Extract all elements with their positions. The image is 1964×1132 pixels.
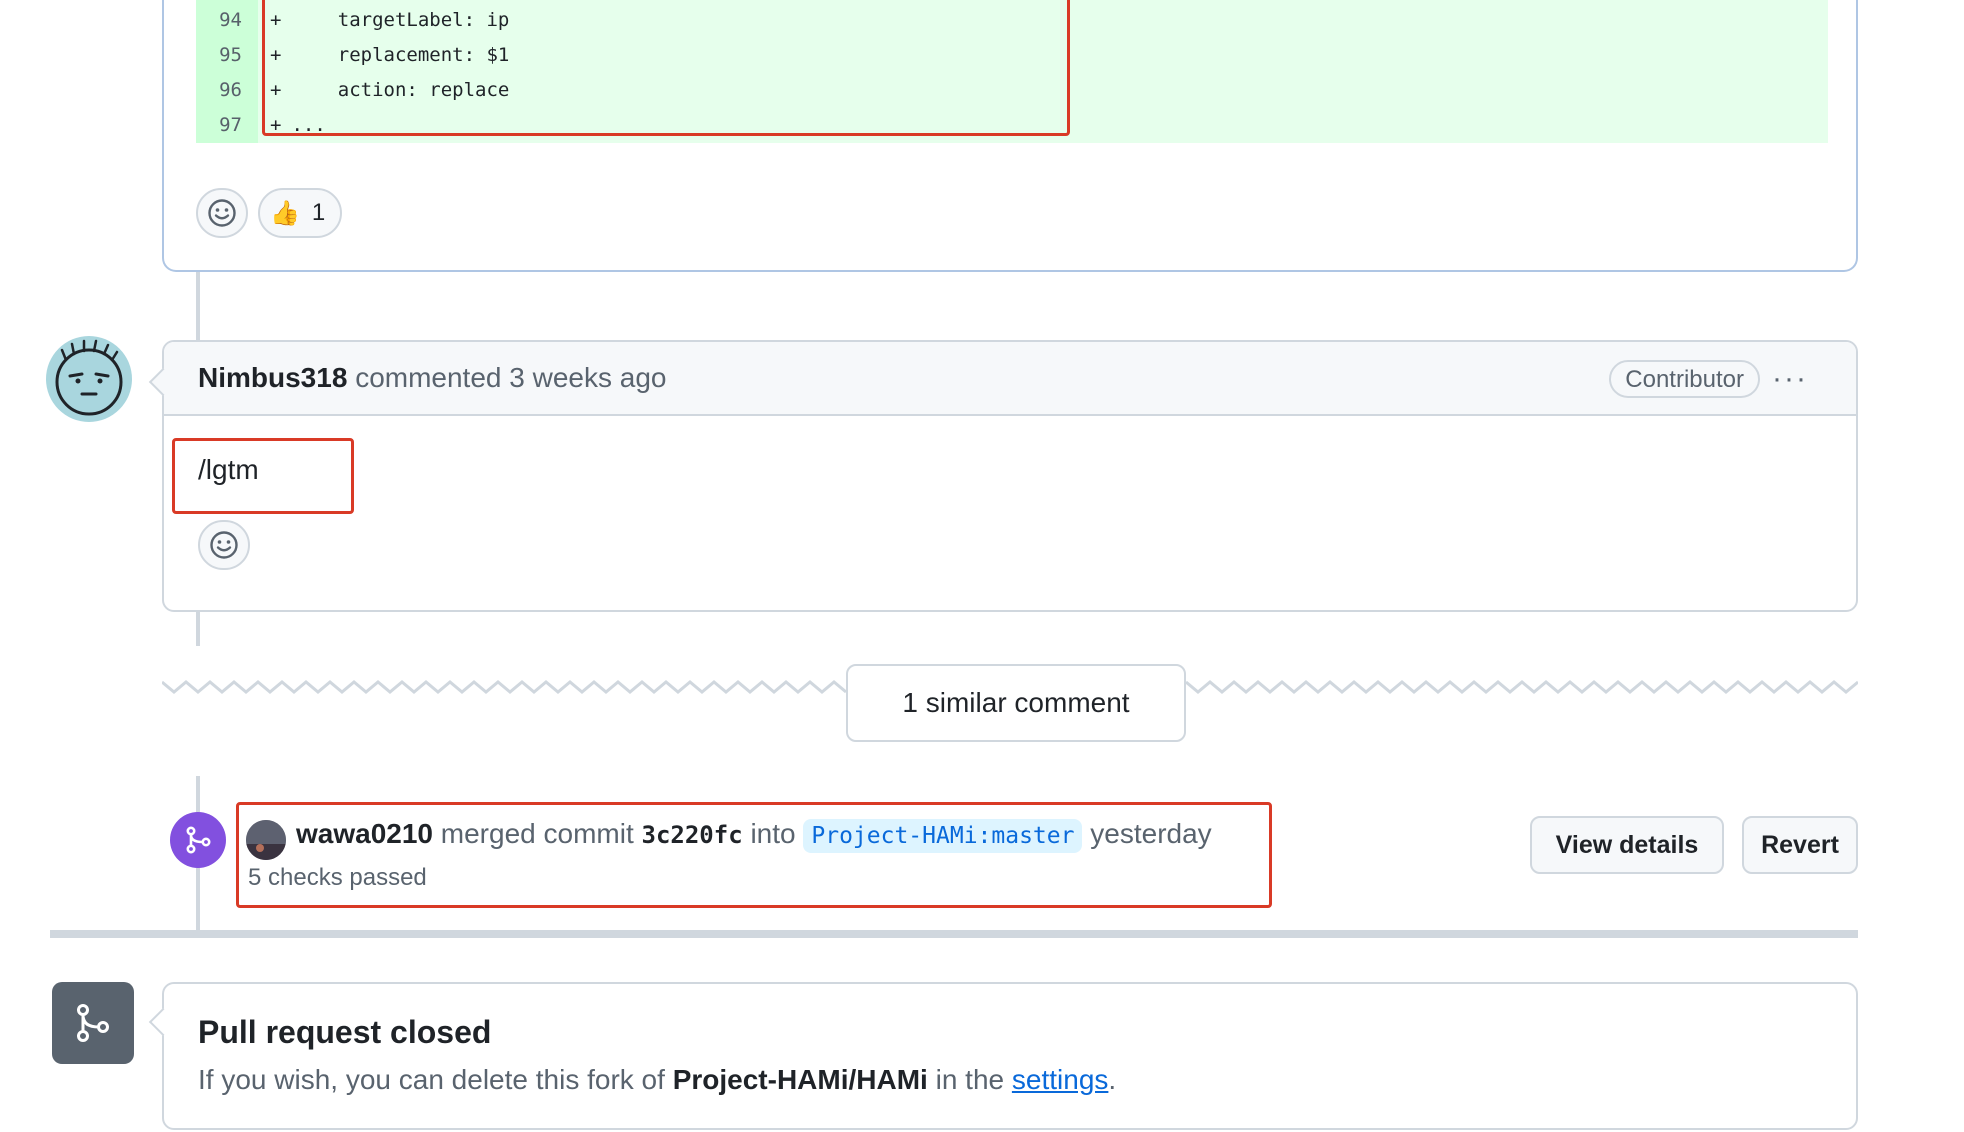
repo-name: Project-HAMi/HAMi xyxy=(672,1064,928,1095)
comment-author-link[interactable]: Nimbus318 xyxy=(198,362,347,393)
avatar-face-icon xyxy=(55,339,123,416)
closed-desc-prefix: If you wish, you can delete this fork of xyxy=(198,1064,665,1095)
pr-closed-icon-box xyxy=(52,982,134,1064)
git-merge-icon xyxy=(186,826,211,854)
diff-highlight-box xyxy=(262,0,1070,136)
thumbs-up-reaction[interactable]: 👍 1 xyxy=(258,188,342,238)
merged-icon xyxy=(170,812,226,868)
smiley-icon xyxy=(208,199,236,227)
pr-closed-title: Pull request closed xyxy=(198,1014,492,1050)
timeline-divider xyxy=(50,930,1858,938)
comment-card: Nimbus318 commented 3 weeks ago Contribu… xyxy=(162,340,1858,612)
closed-desc-suffix: . xyxy=(1108,1064,1117,1095)
more-options-icon[interactable]: ··· xyxy=(1772,362,1808,396)
timeline-line xyxy=(196,272,200,340)
avatar[interactable] xyxy=(46,336,132,422)
comment-time[interactable]: 3 weeks ago xyxy=(509,362,666,393)
comment-highlight-box xyxy=(172,438,354,514)
collapsed-zigzag-left xyxy=(162,680,846,694)
collapsed-zigzag-right xyxy=(1186,680,1858,694)
git-branch-icon xyxy=(77,1004,109,1042)
add-reaction-button[interactable] xyxy=(196,188,248,238)
settings-link[interactable]: settings xyxy=(1012,1064,1109,1095)
diff-line-number: 97 xyxy=(219,114,242,136)
diff-line-number: 96 xyxy=(219,79,242,101)
reaction-count: 1 xyxy=(311,199,326,226)
add-reaction-button[interactable] xyxy=(198,520,250,570)
closed-desc-middle: in the xyxy=(935,1064,1005,1095)
timeline-line xyxy=(196,612,200,646)
pr-closed-card: Pull request closed If you wish, you can… xyxy=(162,982,1858,1130)
comment-action: commented xyxy=(355,362,502,393)
view-details-button[interactable]: View details xyxy=(1530,816,1724,874)
merge-highlight-box xyxy=(236,802,1272,908)
comment-header: Nimbus318 commented 3 weeks ago Contribu… xyxy=(164,342,1856,416)
contributor-badge: Contributor xyxy=(1609,360,1760,398)
thumbs-up-icon: 👍 xyxy=(270,199,300,227)
smiley-icon xyxy=(210,531,238,559)
revert-button[interactable]: Revert xyxy=(1742,816,1858,874)
diff-line-number: 94 xyxy=(219,9,242,31)
comment-meta: Nimbus318 commented 3 weeks ago xyxy=(198,362,666,394)
similar-comment-button[interactable]: 1 similar comment xyxy=(846,664,1186,742)
pr-closed-description: If you wish, you can delete this fork of… xyxy=(198,1064,1116,1096)
diff-line-number: 95 xyxy=(219,44,242,66)
